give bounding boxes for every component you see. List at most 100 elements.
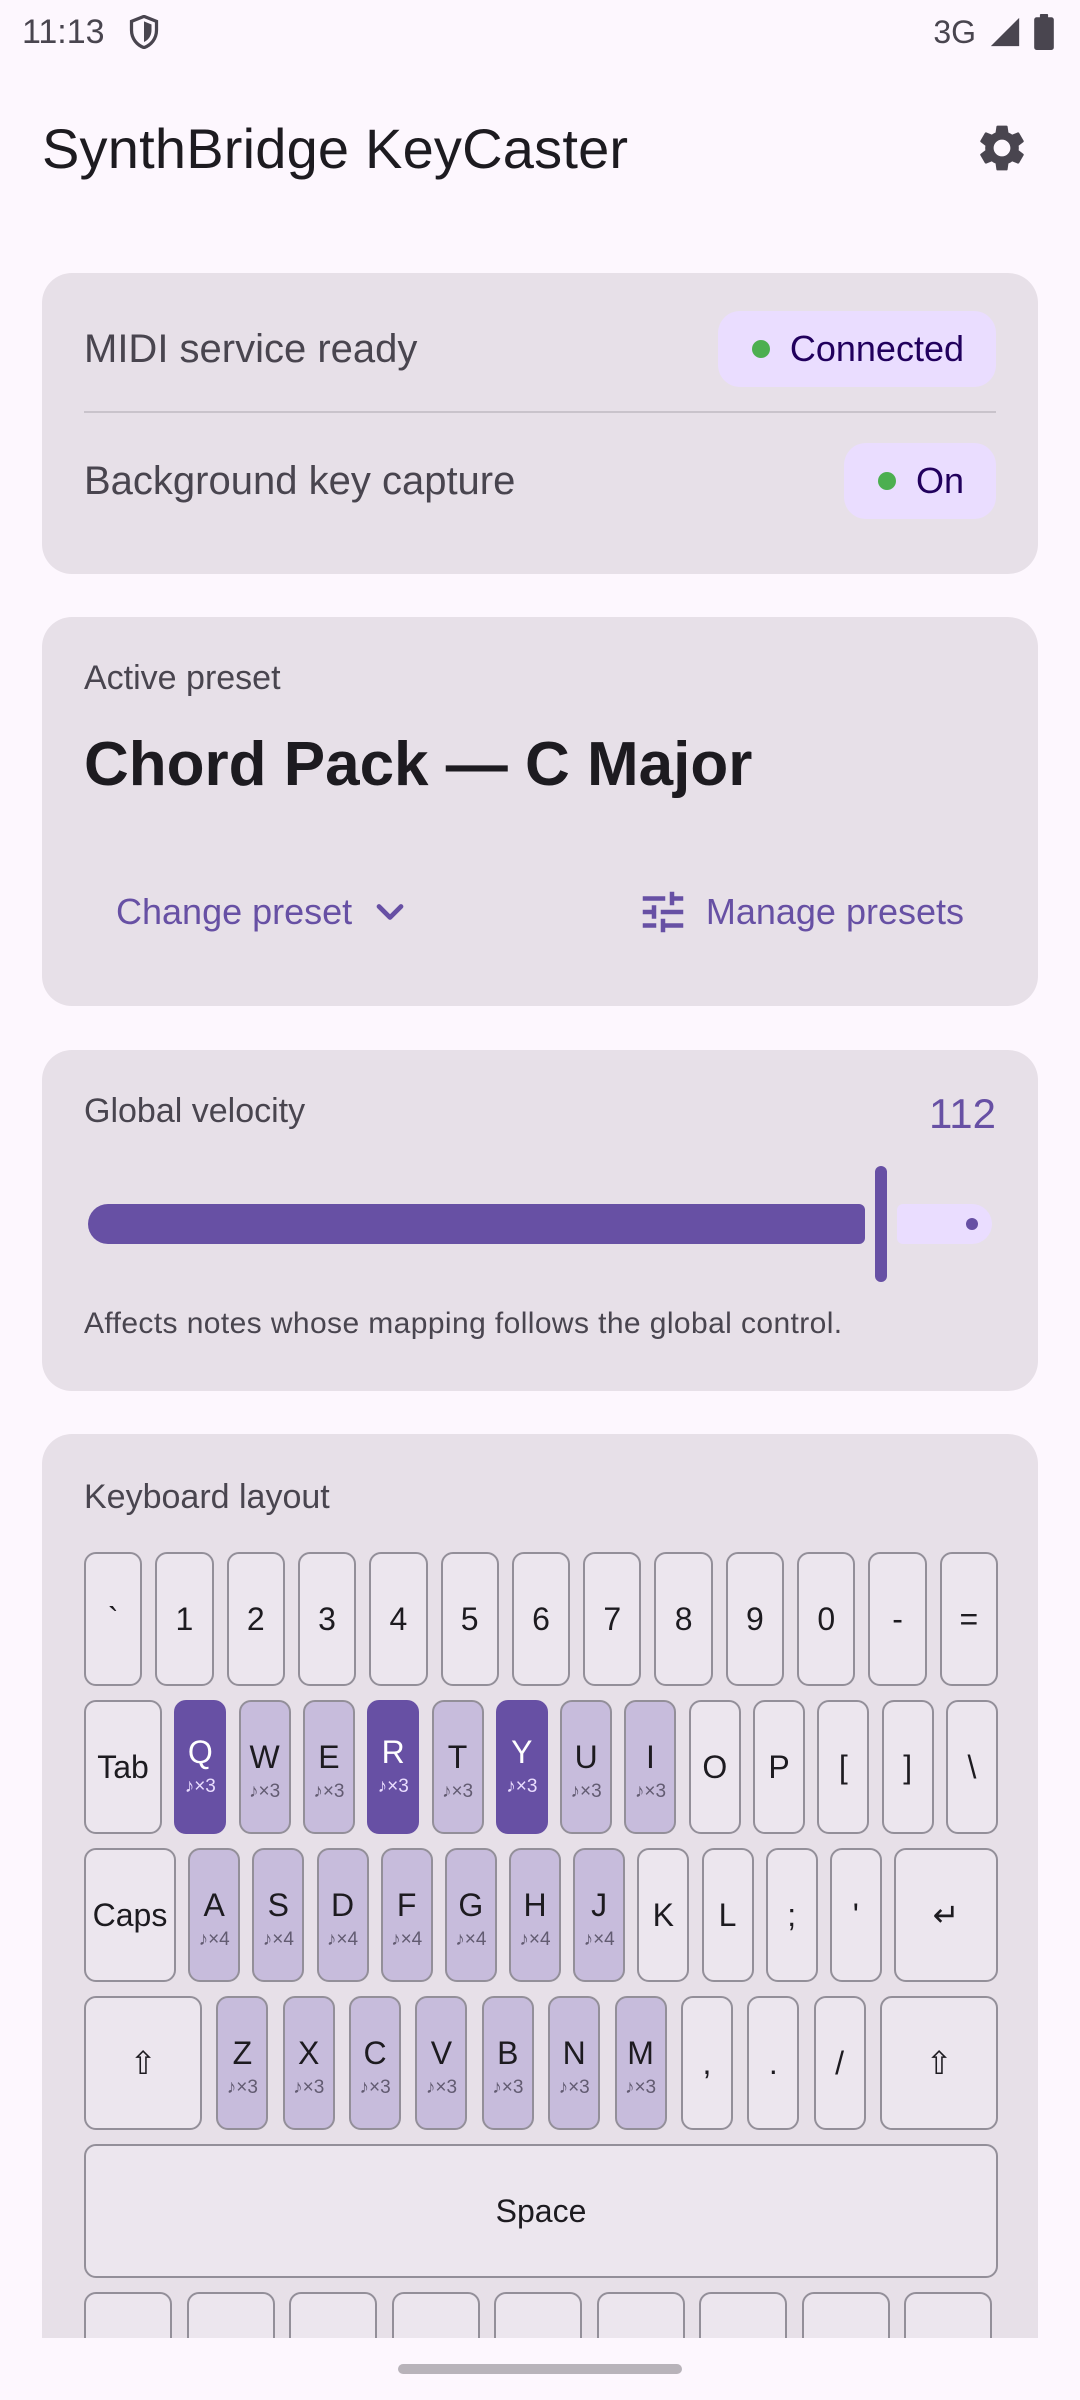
key-label: ⇧ xyxy=(129,2045,157,2081)
key-a[interactable]: A ♪×4 xyxy=(188,1848,241,1982)
key-0[interactable]: 0 xyxy=(797,1552,856,1686)
key-label: / xyxy=(835,2045,845,2081)
key-note-count: ♪×3 xyxy=(293,2077,325,2098)
key-3[interactable]: 3 xyxy=(297,1552,357,1686)
change-preset-button[interactable]: Change preset xyxy=(116,867,412,957)
key-label: - xyxy=(892,1601,903,1637)
key-[[interactable]: [ xyxy=(817,1700,870,1834)
key-label: 5 xyxy=(460,1601,479,1637)
key-f[interactable]: F ♪×4 xyxy=(380,1848,433,1982)
key-caps[interactable]: Caps xyxy=(84,1848,176,1982)
key-5[interactable]: 5 xyxy=(440,1552,499,1686)
key-label: 9 xyxy=(746,1601,764,1637)
key-u[interactable]: U ♪×3 xyxy=(560,1700,613,1834)
key-label: D xyxy=(330,1887,355,1923)
key-q[interactable]: Q ♪×3 xyxy=(174,1700,227,1834)
key-label: T xyxy=(447,1739,468,1775)
key-label: E xyxy=(318,1739,340,1775)
key-6[interactable]: 6 xyxy=(511,1552,571,1686)
key-label: , xyxy=(702,2045,712,2081)
key-i[interactable]: I ♪×3 xyxy=(624,1700,677,1834)
key-s[interactable]: S ♪×4 xyxy=(252,1848,305,1982)
key-v[interactable]: V ♪×3 xyxy=(415,1996,468,2130)
midi-status-row: MIDI service ready Connected xyxy=(84,311,996,387)
key-w[interactable]: W ♪×3 xyxy=(238,1700,291,1834)
key-e[interactable]: E ♪×3 xyxy=(302,1700,355,1834)
gear-icon xyxy=(980,125,1024,171)
key-label: Tab xyxy=(97,1749,149,1785)
key-.[interactable]: . xyxy=(747,1996,800,2130)
key-8[interactable]: 8 xyxy=(654,1552,713,1686)
key-tab[interactable]: Tab xyxy=(84,1700,162,1834)
key-/[interactable]: / xyxy=(813,1996,866,2130)
key-l[interactable]: L xyxy=(701,1848,754,1982)
key-'[interactable]: ' xyxy=(829,1848,882,1982)
key-7[interactable]: 7 xyxy=(583,1552,642,1686)
key-label: \ xyxy=(967,1749,977,1785)
key-capture-label: Background key capture xyxy=(84,458,516,503)
key-][interactable]: ] xyxy=(881,1700,934,1834)
key-=[interactable]: = xyxy=(939,1552,998,1686)
key-k[interactable]: K xyxy=(637,1848,690,1982)
key-label: Z xyxy=(232,2035,253,2071)
key--[interactable]: - xyxy=(868,1552,927,1686)
midi-status-label: MIDI service ready xyxy=(84,326,418,371)
key-label: Y xyxy=(511,1734,533,1770)
status-dot xyxy=(877,472,896,490)
key-label: H xyxy=(523,1887,547,1923)
key-note-count: ♪×4 xyxy=(198,1929,230,1950)
key-label: ↵ xyxy=(932,1897,960,1933)
key-o[interactable]: O xyxy=(688,1700,741,1834)
key-x[interactable]: X ♪×3 xyxy=(282,1996,335,2130)
key-p[interactable]: P xyxy=(753,1700,806,1834)
key-g[interactable]: G ♪×4 xyxy=(444,1848,497,1982)
key-c[interactable]: C ♪×3 xyxy=(349,1996,402,2130)
key-↵[interactable]: ↵ xyxy=(894,1848,998,1982)
key-label: ` xyxy=(107,1601,119,1637)
key-note-count: ♪×3 xyxy=(570,1781,602,1802)
velocity-value: 112 xyxy=(929,1090,996,1137)
key-m[interactable]: M ♪×3 xyxy=(614,1996,667,2130)
key-1[interactable]: 1 xyxy=(155,1552,214,1686)
slider-thumb[interactable] xyxy=(875,1166,887,1282)
service-status-card: MIDI service ready Connected Background … xyxy=(42,273,1038,574)
velocity-slider[interactable] xyxy=(88,1166,992,1282)
key-9[interactable]: 9 xyxy=(725,1552,785,1686)
key-4[interactable]: 4 xyxy=(369,1552,428,1686)
key-r[interactable]: R ♪×3 xyxy=(367,1700,420,1834)
key-label: 0 xyxy=(817,1601,836,1637)
keyboard-layout-card: Keyboard layout ` 1 2 3 4 5 6 7 8 9 0 - = Tab Q ♪×3 W ♪×3… xyxy=(42,1434,1038,2400)
key-z[interactable]: Z ♪×3 xyxy=(216,1996,269,2130)
key-⇧[interactable]: ⇧ xyxy=(880,1996,998,2130)
key-n[interactable]: N ♪×3 xyxy=(548,1996,601,2130)
key-note-count: ♪×4 xyxy=(326,1929,359,1950)
key-b[interactable]: B ♪×3 xyxy=(481,1996,534,2130)
key-2[interactable]: 2 xyxy=(226,1552,285,1686)
key-j[interactable]: J ♪×4 xyxy=(573,1848,626,1982)
key-⇧[interactable]: ⇧ xyxy=(84,1996,202,2130)
key-label: V xyxy=(430,2035,453,2071)
manage-presets-button[interactable]: Manage presets xyxy=(636,867,964,957)
app-title: SynthBridge KeyCaster xyxy=(42,116,629,180)
key-label: P xyxy=(768,1749,790,1785)
key-y[interactable]: Y ♪×3 xyxy=(495,1700,548,1834)
app-bar: SynthBridge KeyCaster xyxy=(0,64,1080,232)
key-,[interactable]: , xyxy=(680,1996,733,2130)
key-note-count: ♪×3 xyxy=(506,1776,538,1797)
key-h[interactable]: H ♪×4 xyxy=(509,1848,561,1982)
key-`[interactable]: ` xyxy=(84,1552,143,1686)
key-note-count: ♪×4 xyxy=(262,1929,294,1950)
gesture-handle[interactable] xyxy=(398,2364,682,2374)
settings-button[interactable] xyxy=(966,112,1038,184)
key-label: 1 xyxy=(175,1601,194,1637)
divider xyxy=(84,411,996,413)
key-note-count: ♪×3 xyxy=(624,2077,657,2098)
key-t[interactable]: T ♪×3 xyxy=(431,1700,484,1834)
key-;[interactable]: ; xyxy=(765,1848,818,1982)
key-space[interactable]: Space xyxy=(84,2144,998,2278)
key-\[interactable]: \ xyxy=(946,1700,998,1834)
key-label: K xyxy=(652,1897,674,1933)
signal-icon xyxy=(988,15,1022,49)
key-d[interactable]: D ♪×4 xyxy=(316,1848,369,1982)
manage-presets-label: Manage presets xyxy=(705,891,964,932)
